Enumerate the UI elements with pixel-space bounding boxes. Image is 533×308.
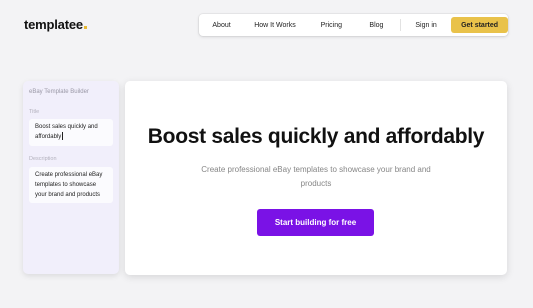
description-field[interactable]: Create professional eBay templates to sh… bbox=[29, 167, 113, 203]
text-caret-icon bbox=[61, 132, 63, 141]
page: templatee About How It Works Pricing Blo… bbox=[0, 0, 533, 308]
description-field-label: Description bbox=[29, 156, 57, 162]
nav-item-about[interactable]: About bbox=[199, 22, 244, 29]
sign-in-link[interactable]: Sign in bbox=[405, 22, 447, 29]
hero-preview-card: Boost sales quickly and affordably Creat… bbox=[125, 81, 507, 275]
nav-item-blog[interactable]: Blog bbox=[357, 22, 396, 29]
top-nav: About How It Works Pricing Blog Sign in … bbox=[199, 14, 508, 36]
description-field-value: Create professional eBay templates to sh… bbox=[35, 172, 103, 198]
logo-dot-icon bbox=[83, 26, 87, 29]
logo-text: templatee bbox=[24, 17, 83, 32]
hero-subtitle: Create professional eBay templates to sh… bbox=[201, 165, 431, 188]
brand-logo[interactable]: templatee bbox=[24, 17, 87, 32]
get-started-button[interactable]: Get started bbox=[451, 17, 508, 33]
start-building-button[interactable]: Start building for free bbox=[257, 209, 374, 236]
nav-item-how-it-works[interactable]: How It Works bbox=[244, 22, 306, 29]
title-field-value: Boost sales quickly and affordably bbox=[35, 124, 98, 140]
hero-title: Boost sales quickly and affordably bbox=[147, 125, 485, 148]
title-field[interactable]: Boost sales quickly and affordably bbox=[29, 119, 113, 146]
template-builder-panel: eBay Template Builder Title Boost sales … bbox=[23, 81, 119, 274]
nav-divider bbox=[400, 19, 401, 31]
panel-title: eBay Template Builder bbox=[29, 89, 89, 95]
title-field-label: Title bbox=[29, 109, 40, 115]
nav-item-pricing[interactable]: Pricing bbox=[306, 22, 357, 29]
